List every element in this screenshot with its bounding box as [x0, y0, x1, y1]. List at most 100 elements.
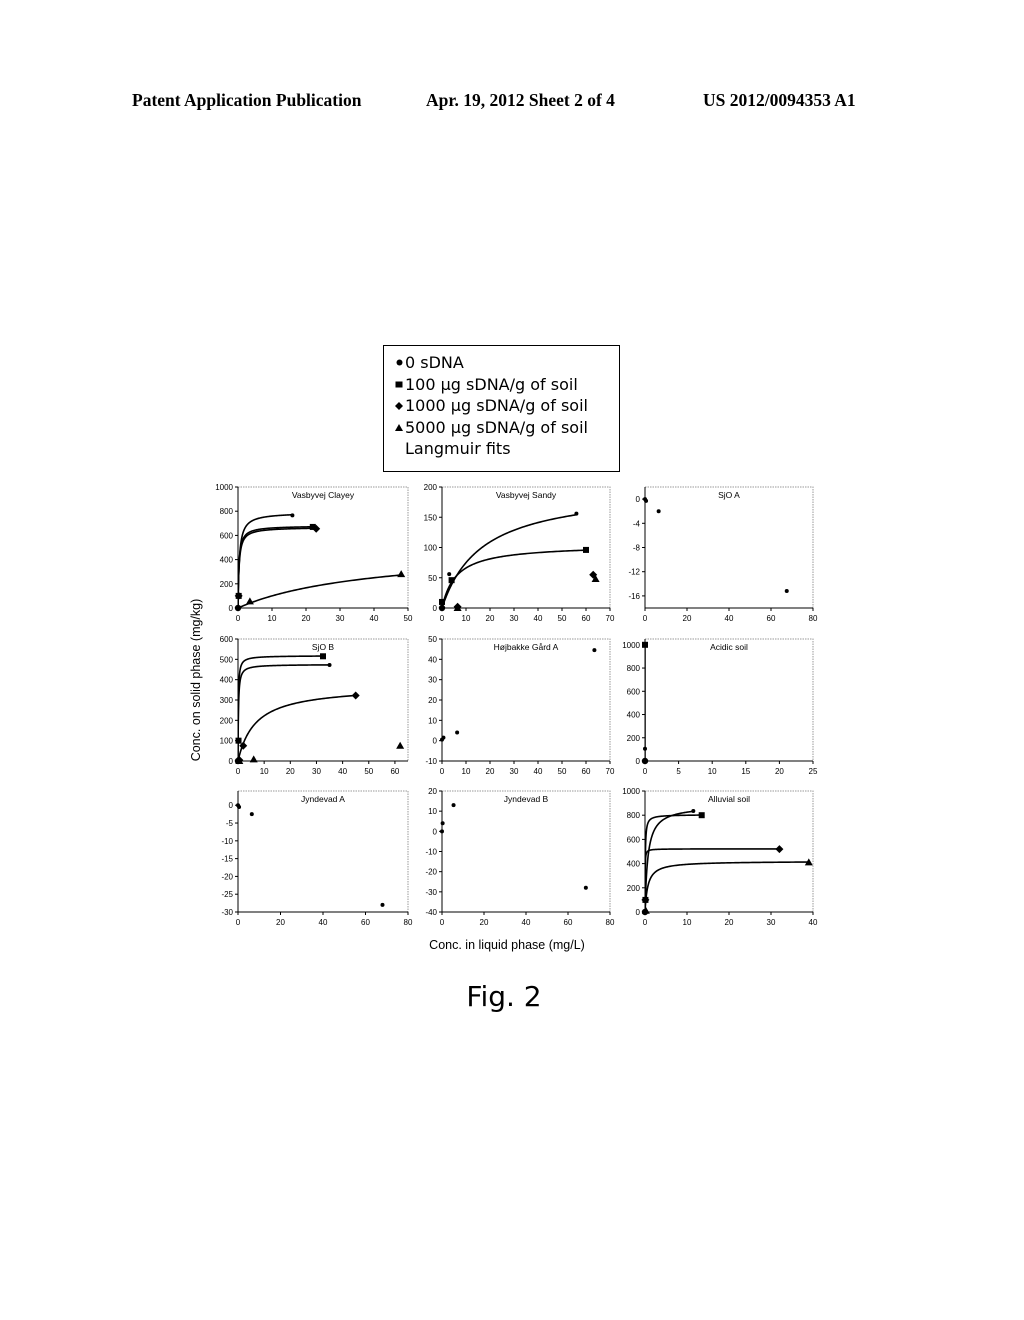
data-point-5000-g-sdna-g-of-soil	[245, 597, 254, 605]
panel-h-jbakke-ga-rd-a: -10010203040500 10 20 30 40 50 60 70Højbakke Gå…	[425, 635, 615, 776]
x-axis-label: Conc. in liquid phase (mg/L)	[429, 938, 585, 952]
x-tick-label: 70	[606, 614, 615, 623]
plot-frame	[645, 790, 814, 912]
y-tick-label: 500	[220, 655, 234, 664]
data-point-100-g-sdna-g-of-soil	[448, 577, 455, 584]
y-tick-label: 800	[220, 507, 234, 516]
fit-line-100-g-sdna-g-of-soil	[238, 525, 313, 608]
x-tick-label: 0	[440, 767, 445, 776]
y-tick-label: 0	[229, 604, 234, 613]
x-tick-label: 50	[364, 767, 373, 776]
fit-line-1000-g-sdna-g-of-soil	[238, 527, 317, 608]
y-tick-label: 400	[220, 556, 234, 565]
panel-title: Vasbyvej Sandy	[496, 490, 557, 500]
panel-grid: 020040060080010000 10 20 30 40 50Vasbyvej Cla…	[215, 483, 818, 927]
y-tick-label: 600	[627, 835, 641, 844]
data-point-1000-g-sdna-g-of-soil	[351, 691, 360, 700]
data-point-100-g-sdna-g-of-soil	[235, 737, 242, 744]
panel-title: Jyndevad A	[301, 794, 345, 804]
y-tick-label: 0	[636, 908, 641, 917]
y-tick-label: 400	[627, 860, 641, 869]
y-tick-label: 10	[428, 807, 437, 816]
data-point-0-sdna	[440, 829, 444, 834]
y-tick-label: 20	[428, 787, 437, 796]
data-point-0-sdna	[656, 509, 661, 514]
y-tick-label: -5	[226, 819, 234, 828]
y-tick-label: -16	[628, 592, 640, 601]
data-point-0-sdna	[327, 663, 332, 668]
y-tick-label: -8	[633, 544, 641, 553]
y-tick-label: 300	[220, 696, 234, 705]
x-tick-label: 20	[276, 918, 285, 927]
y-tick-label: 150	[424, 513, 438, 522]
panel-vasbyvej-clayey: 0 200 400 600 800 1000 0 10 20 30 40 50 Vasbyvej Cla…	[215, 483, 413, 623]
x-tick-label: 30	[312, 767, 321, 776]
panel-jyndevad-b: -40 -30 -20 -10 0 10 20 0 20 40 60 80 Jyndevad B	[425, 787, 615, 927]
y-tick-label: -30	[221, 908, 233, 917]
panel-title: Acidic soil	[710, 642, 748, 652]
y-tick-label: 400	[627, 711, 641, 720]
data-point-0-sdna	[583, 885, 588, 890]
panel-title: SjO A	[718, 490, 740, 500]
fit-line-100-g-sdna-g-of-soil	[442, 549, 587, 608]
fit-line-0-sdna	[238, 664, 330, 761]
x-tick-label: 10	[462, 614, 471, 623]
x-tick-label: 15	[741, 767, 750, 776]
y-tick-label: 200	[424, 483, 438, 492]
x-tick-label: 0	[236, 767, 241, 776]
data-point-1000-g-sdna-g-of-soil	[775, 845, 784, 854]
panel-sjo-b: 0 100 200 300 400 500 600 0 10 20 30 40 50 60 SjO B	[220, 635, 409, 776]
fit-line-100-g-sdna-g-of-soil	[238, 655, 323, 761]
data-point-0-sdna	[237, 805, 242, 810]
x-tick-label: 0	[440, 614, 445, 623]
x-tick-label: 60	[767, 614, 776, 623]
x-tick-label: 20	[286, 767, 295, 776]
fit-line-5000-g-sdna-g-of-soil	[645, 861, 809, 912]
y-tick-label: 800	[627, 811, 641, 820]
y-tick-label: 800	[627, 664, 641, 673]
y-tick-label: -4	[633, 519, 641, 528]
x-tick-label: 40	[338, 767, 347, 776]
x-tick-label: 40	[809, 918, 818, 927]
plot-frame	[442, 790, 611, 912]
y-tick-label: -15	[221, 855, 233, 864]
y-tick-label: 50	[428, 574, 437, 583]
y-tick-label: 50	[428, 635, 437, 644]
plot-frame	[238, 486, 409, 608]
x-tick-label: 80	[809, 614, 818, 623]
x-tick-label: 20	[775, 767, 784, 776]
x-tick-label: 30	[767, 918, 776, 927]
y-tick-label: -25	[221, 890, 233, 899]
y-tick-label: 0	[229, 757, 234, 766]
x-tick-label: 10	[462, 767, 471, 776]
x-tick-label: 0	[643, 767, 648, 776]
x-tick-label: 5	[676, 767, 681, 776]
x-tick-label: 50	[558, 767, 567, 776]
y-tick-label: 0	[636, 495, 641, 504]
panel-title: Alluvial soil	[708, 794, 750, 804]
x-tick-label: 20	[302, 614, 311, 623]
panel-sjo-a: -16 -12 -8 -4 0 0 20 40 60 80 SjO A	[628, 486, 818, 623]
y-tick-label: 1000	[622, 641, 640, 650]
data-point-0-sdna	[574, 511, 579, 516]
x-tick-label: 40	[534, 767, 543, 776]
y-tick-label: -30	[425, 888, 437, 897]
y-tick-label: 1000	[622, 787, 640, 796]
plot-frame	[645, 638, 814, 761]
data-point-5000-g-sdna-g-of-soil	[397, 570, 406, 578]
x-tick-label: 10	[683, 918, 692, 927]
x-tick-label: 40	[725, 614, 734, 623]
y-tick-label: -40	[425, 908, 437, 917]
y-tick-label: 100	[424, 544, 438, 553]
y-tick-label: -12	[628, 568, 640, 577]
x-tick-label: 80	[404, 918, 413, 927]
y-tick-label: -20	[425, 868, 437, 877]
x-tick-label: 20	[486, 614, 495, 623]
y-tick-label: 30	[428, 676, 437, 685]
data-point-0-sdna	[380, 902, 385, 907]
x-tick-label: 40	[522, 918, 531, 927]
x-tick-label: 20	[480, 918, 489, 927]
figure-label: Fig. 2	[466, 980, 542, 1013]
fit-line-0-sdna	[442, 513, 577, 608]
x-tick-label: 0	[643, 614, 648, 623]
